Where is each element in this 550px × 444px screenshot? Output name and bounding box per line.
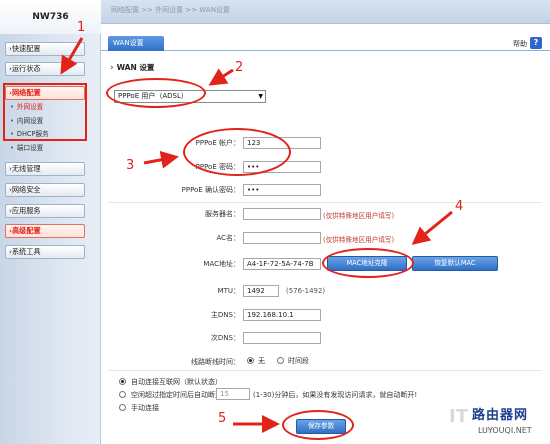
watermark-url: LUYOUQI.NET — [478, 426, 532, 435]
watermark-ghost: IT — [449, 406, 468, 427]
arrow-3 — [143, 150, 179, 169]
arrow-4 — [411, 210, 453, 245]
arrow-2 — [208, 68, 234, 86]
annotation-arrows — [60, 37, 453, 433]
watermark-logo: 路由器网 — [472, 408, 529, 423]
arrow-1 — [60, 37, 84, 75]
